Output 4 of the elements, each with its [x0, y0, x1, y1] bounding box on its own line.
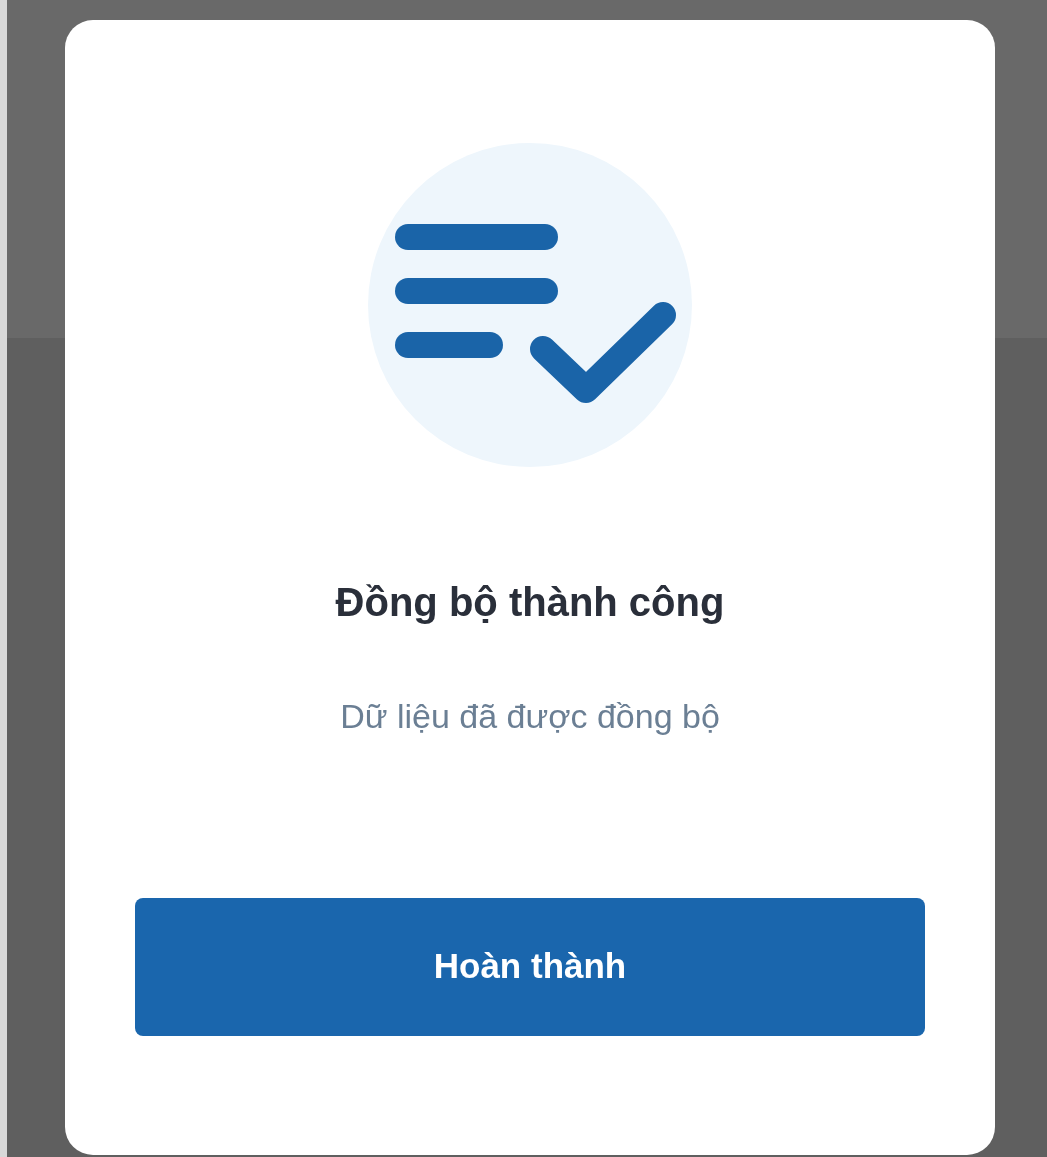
done-button[interactable]: Hoàn thành [135, 897, 925, 1036]
synced-list-icon [368, 143, 692, 467]
dialog-title: Đồng bộ thành công [335, 579, 725, 626]
dialog-message: Dữ liệu đã được đồng bộ [340, 696, 720, 737]
